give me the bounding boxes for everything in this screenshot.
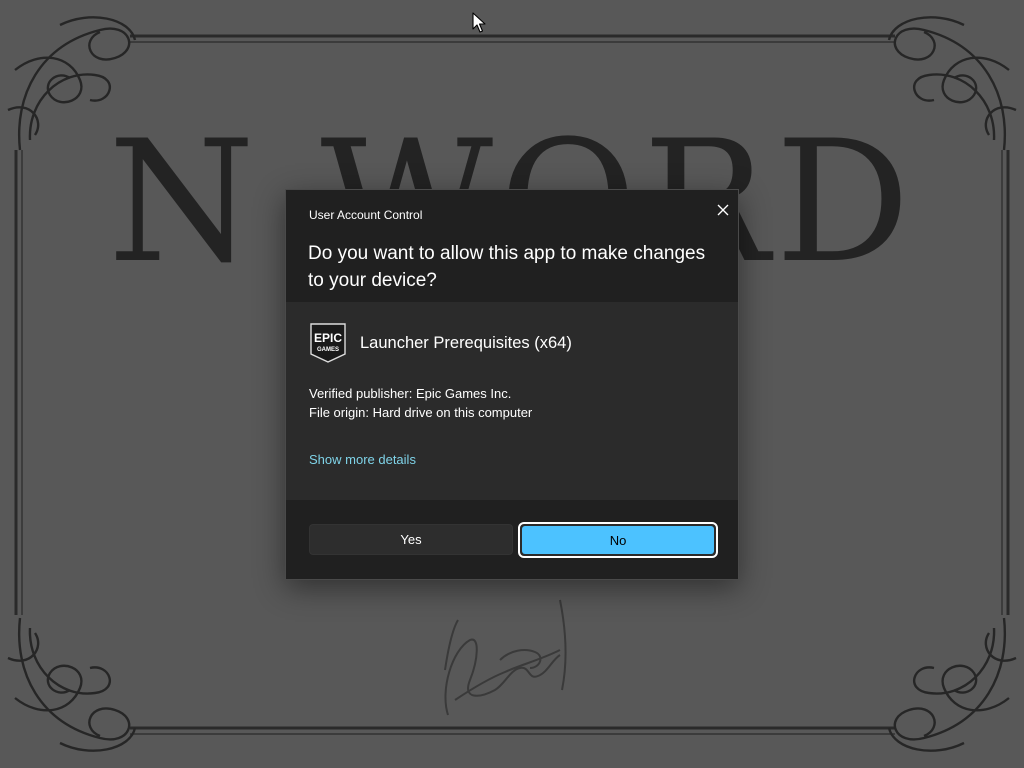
close-button[interactable] — [710, 197, 736, 223]
no-button[interactable]: No — [518, 522, 718, 558]
verified-publisher: Verified publisher: Epic Games Inc. — [309, 386, 512, 401]
corner-flourish-bottom-left — [7, 617, 137, 752]
close-icon — [717, 204, 729, 216]
dialog-question: Do you want to allow this app to make ch… — [308, 243, 706, 291]
no-button-label: No — [522, 526, 714, 554]
file-origin: File origin: Hard drive on this computer — [309, 405, 533, 420]
epic-games-icon: EPIC GAMES — [310, 323, 346, 363]
show-more-details-link[interactable]: Show more details — [309, 452, 416, 467]
yes-button[interactable]: Yes — [309, 524, 513, 555]
arrow-cursor-icon — [472, 12, 486, 33]
corner-flourish-bottom-right — [887, 617, 1017, 752]
signature-scribble — [444, 599, 567, 716]
desktop: N WORD User Account Control Do you want … — [0, 0, 1024, 768]
dialog-caption: User Account Control — [309, 208, 423, 222]
uac-dialog: User Account Control Do you want to allo… — [285, 189, 739, 580]
epic-logo-line1: EPIC — [314, 331, 342, 345]
app-name: Launcher Prerequisites (x64) — [360, 333, 572, 352]
app-info-row: EPIC GAMES Launcher Prerequisites (x64) — [309, 322, 572, 364]
dialog-header: User Account Control Do you want to allo… — [286, 190, 738, 302]
dialog-footer: Yes No — [286, 500, 738, 579]
epic-logo-line2: GAMES — [317, 347, 339, 353]
